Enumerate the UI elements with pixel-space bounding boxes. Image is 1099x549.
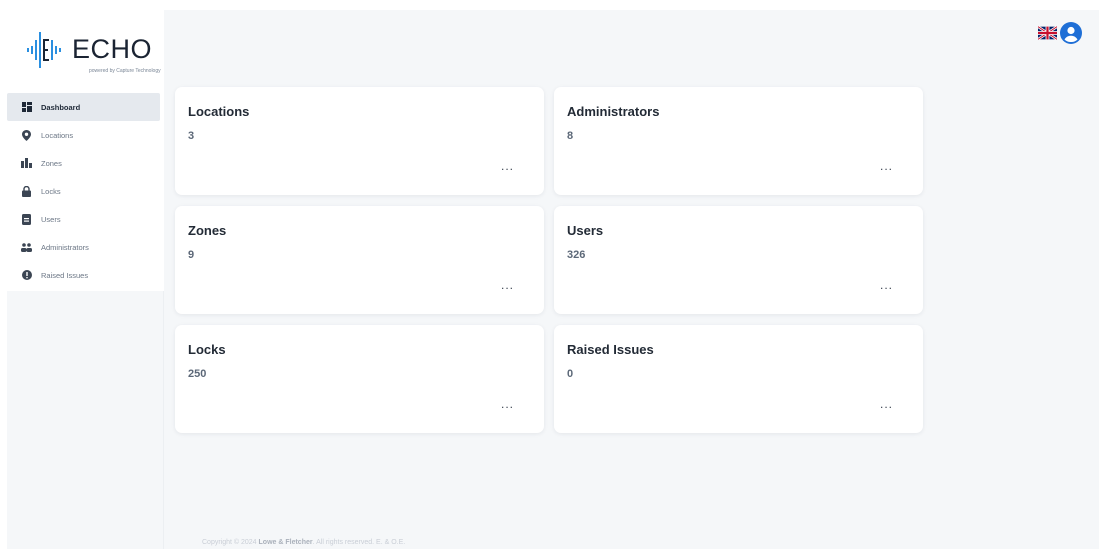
card-menu-button[interactable]: ... [501, 159, 514, 173]
card-value: 0 [567, 368, 574, 380]
card-menu-button[interactable]: ... [880, 397, 893, 411]
footer-suffix: . All rights reserved. E. & O.E. [312, 539, 406, 546]
card-locks[interactable]: Locks 250 ... [175, 325, 544, 433]
sidebar-item-zones[interactable]: Zones [7, 149, 164, 177]
lock-icon [21, 185, 32, 197]
card-title: Locks [188, 342, 226, 357]
sidebar-item-locations[interactable]: Locations [7, 121, 164, 149]
brand-tagline: powered by Capture Technology [89, 68, 161, 74]
sidebar-item-label: Raised Issues [41, 270, 89, 280]
map-pin-icon [21, 129, 32, 141]
card-users[interactable]: Users 326 ... [554, 206, 923, 314]
card-value: 9 [188, 249, 195, 261]
sidebar-item-label: Users [41, 214, 61, 224]
footer-prefix: Copyright © 2024 [202, 539, 259, 546]
brand-logo[interactable]: ECHO powered by Capture Technology [25, 28, 161, 78]
footer-company-link[interactable]: Lowe & Fletcher [259, 539, 313, 546]
card-title: Zones [188, 223, 227, 238]
card-menu-button[interactable]: ... [880, 159, 893, 173]
card-value: 326 [567, 249, 586, 261]
echo-logo-icon [27, 32, 61, 68]
sidebar-item-label: Locations [41, 130, 74, 140]
building-icon [21, 158, 32, 169]
app-shell: ECHO powered by Capture Technology Dashb… [7, 10, 1099, 549]
card-zones[interactable]: Zones 9 ... [175, 206, 544, 314]
card-menu-button[interactable]: ... [880, 278, 893, 292]
card-title: Raised Issues [567, 342, 654, 357]
sidebar-item-label: Dashboard [41, 102, 81, 112]
card-title: Administrators [567, 104, 660, 119]
sidebar-item-administrators[interactable]: Administrators [7, 233, 164, 261]
card-value: 250 [188, 368, 207, 380]
card-title: Users [567, 223, 604, 238]
card-menu-button[interactable]: ... [501, 278, 514, 292]
users-icon [21, 242, 32, 253]
sidebar-item-locks[interactable]: Locks [7, 177, 164, 205]
card-menu-button[interactable]: ... [501, 397, 514, 411]
dashboard-icon [21, 102, 32, 113]
sidebar-item-raised-issues[interactable]: Raised Issues [7, 261, 164, 289]
brand-name: ECHO [72, 34, 153, 64]
card-administrators[interactable]: Administrators 8 ... [554, 87, 923, 195]
card-title: Locations [188, 104, 250, 119]
card-value: 3 [188, 130, 195, 142]
id-card-icon [21, 213, 32, 225]
uk-flag-icon[interactable] [1037, 25, 1058, 41]
card-locations[interactable]: Locations 3 ... [175, 87, 544, 195]
sidebar-item-label: Administrators [41, 242, 89, 252]
user-circle-icon[interactable] [1060, 22, 1082, 44]
sidebar-item-users[interactable]: Users [7, 205, 164, 233]
alert-circle-icon [21, 270, 32, 281]
card-raised-issues[interactable]: Raised Issues 0 ... [554, 325, 923, 433]
sidebar: ECHO powered by Capture Technology Dashb… [7, 10, 164, 549]
sidebar-item-label: Locks [41, 186, 61, 196]
card-value: 8 [567, 130, 574, 142]
sidebar-item-label: Zones [41, 158, 62, 168]
sidebar-item-dashboard[interactable]: Dashboard [7, 93, 160, 121]
sidebar-nav: Dashboard Locations Zones Locks Users Ad… [7, 93, 164, 289]
sidebar-panel: ECHO powered by Capture Technology Dashb… [7, 10, 164, 291]
footer-copyright: Copyright © 2024 Lowe & Fletcher. All ri… [202, 539, 405, 546]
